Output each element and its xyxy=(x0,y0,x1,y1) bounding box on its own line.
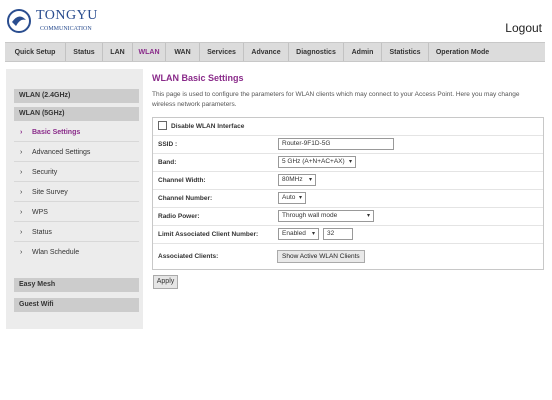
brand-logo: TONGYU COMMUNICATION xyxy=(6,6,116,38)
row-radio-power: Radio Power: Through wall mode ▾ xyxy=(153,208,543,226)
chevron-down-icon: ▾ xyxy=(366,213,370,219)
brand-name: TONGYU xyxy=(36,8,98,23)
band-label: Band: xyxy=(158,159,177,166)
band-select-value: 5 GHz (A+N+AC+AX) xyxy=(282,158,345,165)
apply-button[interactable]: Apply xyxy=(153,275,178,289)
chevron-right-icon: › xyxy=(20,189,23,196)
chevron-down-icon: ▾ xyxy=(308,177,312,183)
page-title: WLAN Basic Settings xyxy=(152,73,244,83)
chevron-right-icon: › xyxy=(20,249,23,256)
tongyu-logo-icon xyxy=(7,9,31,33)
channel-number-label: Channel Number: xyxy=(158,195,213,202)
sidebar-item-label: Wlan Schedule xyxy=(32,249,80,256)
nav-statistics[interactable]: Statistics xyxy=(382,43,429,61)
sidebar-item-wps[interactable]: › WPS xyxy=(14,203,139,222)
top-nav: Quick Setup Status LAN WLAN WAN Services… xyxy=(5,42,545,62)
settings-form: Disable WLAN Interface SSID : Router-9F1… xyxy=(152,117,544,270)
channel-width-select[interactable]: 80MHz ▾ xyxy=(278,174,316,186)
nav-operation-mode[interactable]: Operation Mode xyxy=(429,43,496,61)
chevron-right-icon: › xyxy=(20,169,23,176)
radio-power-label: Radio Power: xyxy=(158,213,200,220)
chevron-right-icon: › xyxy=(20,129,23,136)
page-description: This page is used to configure the param… xyxy=(152,91,520,108)
channel-width-value: 80MHz xyxy=(282,176,303,183)
sidebar-group-wlan-5[interactable]: WLAN (5GHz) xyxy=(14,107,139,121)
sidebar-group-wlan-24[interactable]: WLAN (2.4GHz) xyxy=(14,89,139,103)
sidebar-group-easy-mesh[interactable]: Easy Mesh xyxy=(14,278,139,292)
sidebar-item-label: Basic Settings xyxy=(32,129,81,136)
chevron-down-icon: ▾ xyxy=(311,231,315,237)
sidebar-item-wlan-schedule[interactable]: › Wlan Schedule xyxy=(14,243,139,262)
channel-number-select[interactable]: Auto ▾ xyxy=(278,192,306,204)
sidebar: WLAN (2.4GHz) WLAN (5GHz) › Basic Setting… xyxy=(6,69,143,329)
sidebar-item-label: Security xyxy=(32,169,58,176)
limit-clients-select[interactable]: Enabled ▾ xyxy=(278,228,319,240)
chevron-right-icon: › xyxy=(20,209,23,216)
sidebar-item-label: WPS xyxy=(32,209,48,216)
sidebar-item-label: Site Survey xyxy=(32,189,68,196)
sidebar-item-basic-settings[interactable]: › Basic Settings xyxy=(14,123,139,142)
chevron-down-icon: ▾ xyxy=(348,159,352,165)
limit-clients-label: Limit Associated Client Number: xyxy=(158,231,259,238)
sidebar-item-security[interactable]: › Security xyxy=(14,163,139,182)
nav-wlan[interactable]: WLAN xyxy=(133,43,166,61)
nav-diagnostics[interactable]: Diagnostics xyxy=(289,43,344,61)
brand-sub: COMMUNICATION xyxy=(40,26,92,32)
disable-wlan-checkbox[interactable] xyxy=(158,121,167,130)
sidebar-item-advanced-settings[interactable]: › Advanced Settings xyxy=(14,143,139,162)
nav-status[interactable]: Status xyxy=(66,43,103,61)
sidebar-group-guest-wifi[interactable]: Guest Wifi xyxy=(14,298,139,312)
radio-power-select[interactable]: Through wall mode ▾ xyxy=(278,210,374,222)
limit-count-input[interactable]: 32 xyxy=(323,228,353,240)
sidebar-item-label: Advanced Settings xyxy=(32,149,91,156)
logout-link[interactable]: Logout xyxy=(505,21,542,35)
show-active-clients-button[interactable]: Show Active WLAN Clients xyxy=(277,250,365,263)
radio-power-value: Through wall mode xyxy=(282,212,338,219)
row-band: Band: 5 GHz (A+N+AC+AX) ▾ xyxy=(153,154,543,172)
nav-quick-setup[interactable]: Quick Setup xyxy=(5,43,66,61)
ssid-input[interactable]: Router-9F1D-5G xyxy=(278,138,394,150)
chevron-right-icon: › xyxy=(20,149,23,156)
row-channel-number: Channel Number: Auto ▾ xyxy=(153,190,543,208)
chevron-down-icon: ▾ xyxy=(298,195,302,201)
row-ssid: SSID : Router-9F1D-5G xyxy=(153,136,543,154)
band-select[interactable]: 5 GHz (A+N+AC+AX) ▾ xyxy=(278,156,356,168)
nav-wan[interactable]: WAN xyxy=(166,43,200,61)
channel-number-value: Auto xyxy=(282,194,296,201)
row-channel-width: Channel Width: 80MHz ▾ xyxy=(153,172,543,190)
chevron-right-icon: › xyxy=(20,229,23,236)
nav-services[interactable]: Services xyxy=(200,43,244,61)
nav-advance[interactable]: Advance xyxy=(244,43,289,61)
nav-lan[interactable]: LAN xyxy=(103,43,133,61)
associated-clients-label: Associated Clients: xyxy=(158,253,219,260)
limit-clients-value: Enabled xyxy=(282,230,306,237)
sidebar-item-label: Status xyxy=(32,229,52,236)
row-associated-clients: Associated Clients: Show Active WLAN Cli… xyxy=(153,244,543,270)
disable-wlan-label: Disable WLAN Interface xyxy=(171,123,245,130)
channel-width-label: Channel Width: xyxy=(158,177,206,184)
sidebar-item-status[interactable]: › Status xyxy=(14,223,139,242)
nav-admin[interactable]: Admin xyxy=(344,43,382,61)
ssid-label: SSID : xyxy=(158,141,178,148)
row-disable-wlan: Disable WLAN Interface xyxy=(153,118,543,136)
row-limit-clients: Limit Associated Client Number: Enabled … xyxy=(153,226,543,244)
sidebar-item-site-survey[interactable]: › Site Survey xyxy=(14,183,139,202)
